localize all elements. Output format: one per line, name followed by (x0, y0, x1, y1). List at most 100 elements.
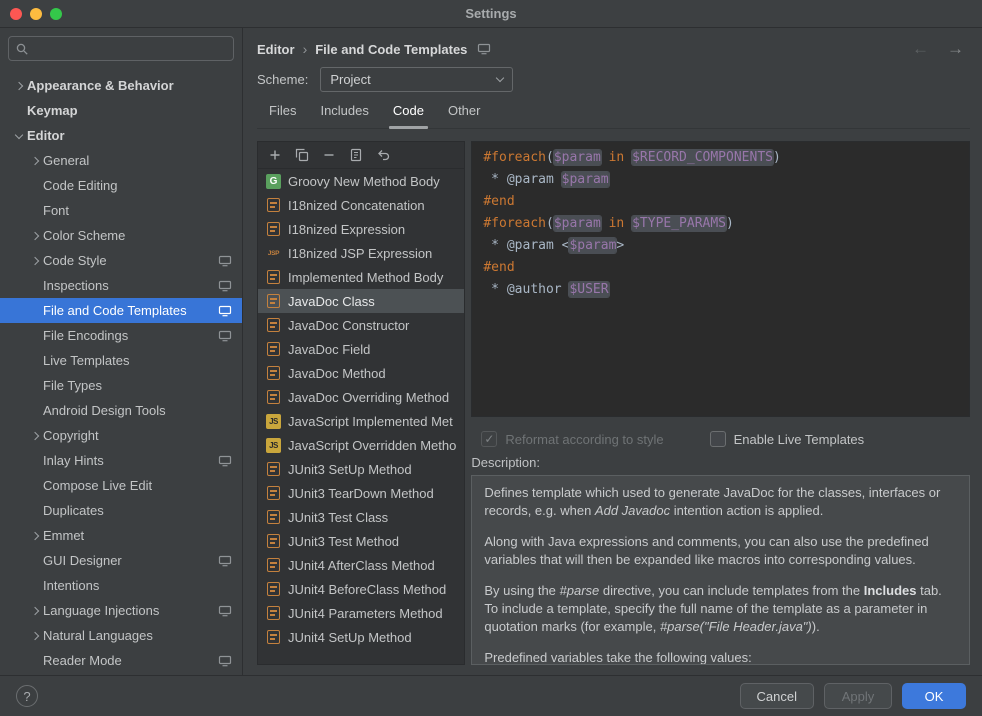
sidebar-item-label: Language Injections (43, 603, 159, 618)
template-list-item[interactable]: JUnit3 TearDown Method (258, 481, 464, 505)
sidebar-item-emmet[interactable]: Emmet (0, 523, 242, 548)
enable-live-templates-checkbox[interactable]: ✓ Enable Live Templates (710, 431, 865, 447)
sidebar-item-label: Code Style (43, 253, 107, 268)
chevron-right-icon[interactable] (14, 81, 22, 89)
chevron-down-icon[interactable] (14, 130, 22, 138)
sidebar-item-general[interactable]: General (0, 148, 242, 173)
template-file-icon (267, 294, 280, 308)
template-list-item[interactable]: I18nized Concatenation (258, 193, 464, 217)
template-file-icon (267, 390, 280, 404)
forward-arrow-icon[interactable]: → (947, 39, 964, 59)
template-name: JUnit4 SetUp Method (288, 630, 412, 645)
minimize-button[interactable] (30, 8, 42, 20)
sidebar-item-code-editing[interactable]: Code Editing (0, 173, 242, 198)
sidebar-item-label: Emmet (43, 528, 84, 543)
zoom-button[interactable] (50, 8, 62, 20)
reformat-checkbox[interactable]: ✓ Reformat according to style (481, 431, 663, 447)
sidebar-item-label: Live Templates (43, 353, 129, 368)
help-button[interactable]: ? (16, 685, 38, 707)
sidebar-item-intentions[interactable]: Intentions (0, 573, 242, 598)
template-tabs: FilesIncludesCodeOther (257, 96, 970, 129)
template-list-item[interactable]: JUnit4 AfterClass Method (258, 553, 464, 577)
code-line: * @author $USER (483, 279, 958, 301)
checkmark-icon: ✓ (484, 433, 494, 445)
template-list-item[interactable]: JUnit4 Parameters Method (258, 601, 464, 625)
sidebar-item-gui-designer[interactable]: GUI Designer (0, 548, 242, 573)
sidebar-item-font[interactable]: Font (0, 198, 242, 223)
sidebar-item-file-types[interactable]: File Types (0, 373, 242, 398)
tab-files[interactable]: Files (259, 96, 306, 128)
back-arrow-icon[interactable]: ← (912, 39, 929, 59)
sidebar-item-compose-live-edit[interactable]: Compose Live Edit (0, 473, 242, 498)
template-name: JavaDoc Constructor (288, 318, 409, 333)
sidebar-item-duplicates[interactable]: Duplicates (0, 498, 242, 523)
chevron-right-icon[interactable] (30, 231, 38, 239)
sidebar-item-natural-languages[interactable]: Natural Languages (0, 623, 242, 648)
groovy-file-icon: G (266, 174, 281, 189)
template-list-item[interactable]: Implemented Method Body (258, 265, 464, 289)
sidebar-item-keymap[interactable]: Keymap (0, 98, 242, 123)
sidebar-item-label: GUI Designer (43, 553, 122, 568)
template-list-item[interactable]: JUnit4 SetUp Method (258, 625, 464, 649)
template-list-item[interactable]: JavaDoc Class (258, 289, 464, 313)
cancel-button[interactable]: Cancel (740, 683, 814, 709)
chevron-right-icon[interactable] (30, 631, 38, 639)
template-list-item[interactable]: I18nized Expression (258, 217, 464, 241)
sidebar-item-copyright[interactable]: Copyright (0, 423, 242, 448)
sidebar-item-color-scheme[interactable]: Color Scheme (0, 223, 242, 248)
ok-button[interactable]: OK (902, 683, 966, 709)
template-list-item[interactable]: JUnit3 Test Class (258, 505, 464, 529)
chevron-right-icon[interactable] (30, 156, 38, 164)
settings-content: Editor › File and Code Templates ← → Sch… (243, 28, 982, 675)
monitor-icon (218, 280, 232, 292)
sidebar-item-editor[interactable]: Editor (0, 123, 242, 148)
copy-template-icon[interactable] (348, 147, 364, 163)
panes: GGroovy New Method BodyI18nized Concaten… (257, 141, 970, 665)
sidebar-item-file-encodings[interactable]: File Encodings (0, 323, 242, 348)
sidebar-item-appearance-behavior[interactable]: Appearance & Behavior (0, 73, 242, 98)
sidebar-item-inlay-hints[interactable]: Inlay Hints (0, 448, 242, 473)
template-list-item[interactable]: JUnit3 SetUp Method (258, 457, 464, 481)
apply-button[interactable]: Apply (824, 683, 892, 709)
tab-code[interactable]: Code (383, 96, 434, 128)
description-paragraph: Along with Java expressions and comments… (484, 533, 957, 569)
reformat-checkbox-label: Reformat according to style (505, 432, 663, 447)
template-list-item[interactable]: JavaDoc Method (258, 361, 464, 385)
sidebar-item-language-injections[interactable]: Language Injections (0, 598, 242, 623)
template-list-item[interactable]: JavaDoc Constructor (258, 313, 464, 337)
scheme-select[interactable]: Project (320, 67, 513, 92)
template-list-item[interactable]: JUnit3 Test Method (258, 529, 464, 553)
template-list-item[interactable]: JSJavaScript Overridden Metho (258, 433, 464, 457)
chevron-right-icon[interactable] (30, 606, 38, 614)
sidebar-item-inspections[interactable]: Inspections (0, 273, 242, 298)
close-button[interactable] (10, 8, 22, 20)
template-list-item[interactable]: JavaDoc Field (258, 337, 464, 361)
template-name: JavaDoc Class (288, 294, 375, 309)
settings-search-input[interactable] (8, 36, 234, 61)
traffic-lights (10, 8, 62, 20)
sidebar-item-android-design-tools[interactable]: Android Design Tools (0, 398, 242, 423)
sidebar-item-reader-mode[interactable]: Reader Mode (0, 648, 242, 673)
add-template-icon[interactable] (267, 147, 283, 163)
tab-other[interactable]: Other (438, 96, 491, 128)
sidebar-item-file-and-code-templates[interactable]: File and Code Templates (0, 298, 242, 323)
template-list-item[interactable]: JSJavaScript Implemented Met (258, 409, 464, 433)
create-child-template-icon[interactable] (294, 147, 310, 163)
template-list-item[interactable]: JUnit4 BeforeClass Method (258, 577, 464, 601)
template-file-icon (267, 510, 280, 524)
template-list-item[interactable]: JavaDoc Overriding Method (258, 385, 464, 409)
template-editor[interactable]: #foreach($param in $RECORD_COMPONENTS) *… (471, 141, 970, 417)
template-list-pane: GGroovy New Method BodyI18nized Concaten… (257, 141, 465, 665)
breadcrumb-root[interactable]: Editor (257, 42, 295, 57)
sidebar-item-label: Duplicates (43, 503, 104, 518)
chevron-right-icon[interactable] (30, 256, 38, 264)
chevron-right-icon[interactable] (30, 431, 38, 439)
tab-includes[interactable]: Includes (310, 96, 378, 128)
template-list-item[interactable]: GGroovy New Method Body (258, 169, 464, 193)
sidebar-item-live-templates[interactable]: Live Templates (0, 348, 242, 373)
template-list-item[interactable]: JSPI18nized JSP Expression (258, 241, 464, 265)
chevron-right-icon[interactable] (30, 531, 38, 539)
remove-template-icon[interactable] (321, 147, 337, 163)
reset-template-icon[interactable] (375, 147, 391, 163)
sidebar-item-code-style[interactable]: Code Style (0, 248, 242, 273)
